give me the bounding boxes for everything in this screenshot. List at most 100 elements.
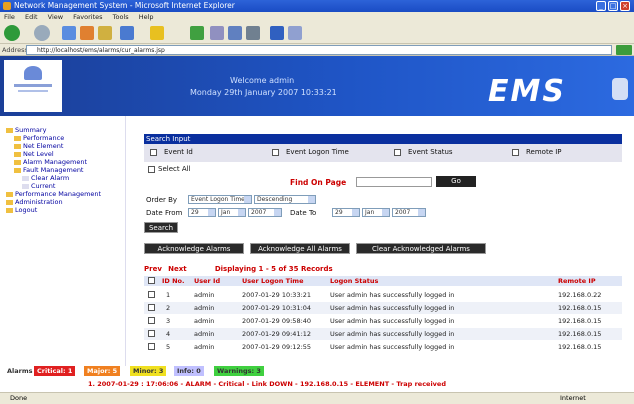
media-icon[interactable] [190, 26, 204, 40]
address-bar: Address http://localhost/ems/alarms/cur_… [0, 44, 634, 56]
date-to-day-select[interactable]: 29 [332, 208, 360, 217]
menu-help[interactable]: Help [139, 13, 154, 21]
user-icon[interactable] [612, 78, 628, 100]
find-on-page-label: Find On Page [290, 178, 347, 187]
messenger-icon[interactable] [288, 26, 302, 40]
acknowledge-alarms-button[interactable]: Acknowledge Alarms [144, 243, 244, 254]
col-remote-ip[interactable]: Remote IP [558, 276, 596, 286]
sidebar-item-performance-management[interactable]: Performance Management [6, 190, 101, 198]
mail-icon[interactable] [228, 26, 242, 40]
table-row[interactable]: 5 admin 2007-01-29 09:12:55 User admin h… [144, 341, 622, 353]
find-on-page-input[interactable] [356, 177, 432, 187]
row-checkbox[interactable] [148, 343, 155, 350]
sidebar-item-performance[interactable]: Performance [14, 134, 64, 142]
stop-icon[interactable] [62, 26, 76, 40]
date-to-month-select[interactable]: Jan [362, 208, 390, 217]
table-row[interactable]: 3 admin 2007-01-29 09:58:40 User admin h… [144, 315, 622, 327]
legend-major[interactable]: Major: 5 [84, 366, 121, 376]
folder-icon [6, 191, 13, 197]
folder-icon [6, 127, 13, 133]
address-label: Address [2, 46, 28, 54]
company-logo [4, 60, 62, 112]
row-checkbox[interactable] [148, 304, 155, 311]
select-all-label: Select All [158, 165, 191, 173]
order-by-select[interactable]: Event Logon Time [188, 195, 252, 204]
menu-favorites[interactable]: Favorites [73, 13, 102, 21]
address-input[interactable]: http://localhost/ems/alarms/cur_alarms.j… [26, 45, 612, 55]
sidebar-item-clear-alarm[interactable]: Clear Alarm [22, 174, 69, 182]
go-button[interactable]: Go [436, 176, 476, 187]
sidebar-item-logout[interactable]: Logout [6, 206, 37, 214]
cell-user: admin [194, 330, 215, 338]
legend-minor[interactable]: Minor: 3 [130, 366, 167, 376]
date-from-year-select[interactable]: 2007 [248, 208, 282, 217]
legend-critical[interactable]: Critical: 1 [34, 366, 76, 376]
col-id[interactable]: ID No. [162, 276, 184, 286]
favorites-icon[interactable] [150, 26, 164, 40]
col-user-id[interactable]: User Id [194, 276, 220, 286]
maximize-icon[interactable]: □ [608, 1, 618, 11]
cell-ip: 192.168.0.15 [558, 343, 602, 351]
next-link[interactable]: Next [168, 265, 186, 273]
folder-icon [6, 207, 13, 213]
select-all-rows-checkbox[interactable] [148, 277, 155, 284]
edit-icon[interactable] [270, 26, 284, 40]
search-field-checks: Event Id Event Logon Time Event Status R… [144, 144, 622, 162]
sidebar-item-summary[interactable]: Summary [6, 126, 46, 134]
date-from-day-select[interactable]: 29 [188, 208, 216, 217]
cell-time: 2007-01-29 09:12:55 [242, 343, 312, 351]
close-icon[interactable]: × [620, 1, 630, 11]
table-row[interactable]: 4 admin 2007-01-29 09:41:12 User admin h… [144, 328, 622, 340]
acknowledge-all-alarms-button[interactable]: Acknowledge All Alarms [250, 243, 350, 254]
sidebar-item-alarm-management[interactable]: Alarm Management [14, 158, 87, 166]
checkbox-event-logon-time[interactable] [272, 149, 279, 156]
menu-view[interactable]: View [48, 13, 63, 21]
back-icon[interactable] [4, 25, 20, 41]
history-icon[interactable] [210, 26, 224, 40]
clear-acknowledged-alarms-button[interactable]: Clear Acknowledged Alarms [356, 243, 486, 254]
alarm-ticker: 1. 2007-01-29 : 17:06:06 - ALARM - Criti… [0, 378, 634, 390]
cell-status: User admin has successfully logged in [330, 304, 455, 312]
search-button[interactable]: Search [144, 222, 178, 233]
checkbox-remote-ip[interactable] [512, 149, 519, 156]
sidebar-item-net-element[interactable]: Net Element [14, 142, 63, 150]
row-checkbox[interactable] [148, 317, 155, 324]
col-logon-status[interactable]: Logon Status [330, 276, 378, 286]
cell-id: 4 [166, 330, 171, 338]
sidebar-item-administration[interactable]: Administration [6, 198, 63, 206]
menu-file[interactable]: File [4, 13, 15, 21]
table-row[interactable]: 2 admin 2007-01-29 10:31:04 User admin h… [144, 302, 622, 314]
folder-icon [14, 151, 21, 157]
order-direction-select[interactable]: Descending [254, 195, 316, 204]
order-by-label: Order By [146, 196, 178, 204]
sidebar-item-fault-management[interactable]: Fault Management [14, 166, 83, 174]
row-checkbox[interactable] [148, 291, 155, 298]
sidebar-item-current[interactable]: Current [22, 182, 55, 190]
menu-tools[interactable]: Tools [113, 13, 129, 21]
minimize-icon[interactable]: _ [596, 1, 606, 11]
go-icon[interactable] [616, 45, 632, 55]
folder-icon [14, 143, 21, 149]
checkbox-event-status[interactable] [394, 149, 401, 156]
home-icon[interactable] [98, 26, 112, 40]
sidebar-item-net-level[interactable]: Net Level [14, 150, 54, 158]
status-bar: Done Internet [0, 392, 634, 404]
search-icon[interactable] [120, 26, 134, 40]
forward-icon[interactable] [34, 25, 50, 41]
section-title: Search Input [144, 134, 622, 144]
refresh-icon[interactable] [80, 26, 94, 40]
menu-edit[interactable]: Edit [25, 13, 38, 21]
status-text: Done [10, 394, 28, 402]
col-logon-time[interactable]: User Logon Time [242, 276, 303, 286]
cell-status: User admin has successfully logged in [330, 330, 455, 338]
select-all-checkbox[interactable] [148, 166, 155, 173]
row-checkbox[interactable] [148, 330, 155, 337]
print-icon[interactable] [246, 26, 260, 40]
prev-link[interactable]: Prev [144, 265, 162, 273]
date-to-year-select[interactable]: 2007 [392, 208, 426, 217]
legend-warnings[interactable]: Warnings: 3 [214, 366, 264, 376]
legend-info[interactable]: Info: 0 [174, 366, 204, 376]
table-row[interactable]: 1 admin 2007-01-29 10:33:21 User admin h… [144, 289, 622, 301]
checkbox-event-id[interactable] [150, 149, 157, 156]
date-from-month-select[interactable]: Jan [218, 208, 246, 217]
